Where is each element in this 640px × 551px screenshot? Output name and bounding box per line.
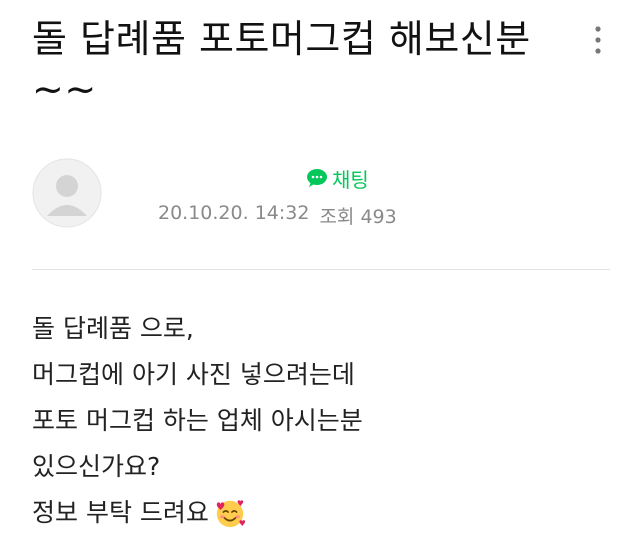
- body-line-text: 정보 부탁 드려요: [32, 498, 209, 527]
- body-line: 머그컵에 아기 사진 넣으려는데: [32, 360, 355, 389]
- post-body: 돌 답례품 으로, 머그컵에 아기 사진 넣으려는데 포토 머그컵 하는 업체 …: [32, 306, 612, 536]
- more-vertical-icon: [595, 26, 601, 54]
- body-line-last: 정보 부탁 드려요: [32, 490, 612, 536]
- chat-label: 채팅: [332, 167, 369, 192]
- smiling-face-with-hearts-emoji: [216, 500, 246, 528]
- divider: [32, 269, 610, 270]
- chat-bubble-icon: [307, 169, 327, 187]
- view-count: 조회 493: [319, 206, 397, 228]
- chat-button[interactable]: 채팅: [306, 164, 369, 193]
- more-options-button[interactable]: [584, 20, 612, 60]
- post-date: 20.10.20. 14:32: [158, 202, 310, 224]
- author-avatar[interactable]: [32, 158, 102, 228]
- post-title: 돌 답례품 포토머그컵 해보신분~~: [32, 17, 531, 111]
- body-line: 돌 답례품 으로,: [32, 314, 194, 343]
- body-line: 포토 머그컵 하는 업체 아시는분: [32, 406, 363, 435]
- default-avatar-icon: [32, 158, 102, 228]
- body-line: 있으신가요?: [32, 452, 161, 481]
